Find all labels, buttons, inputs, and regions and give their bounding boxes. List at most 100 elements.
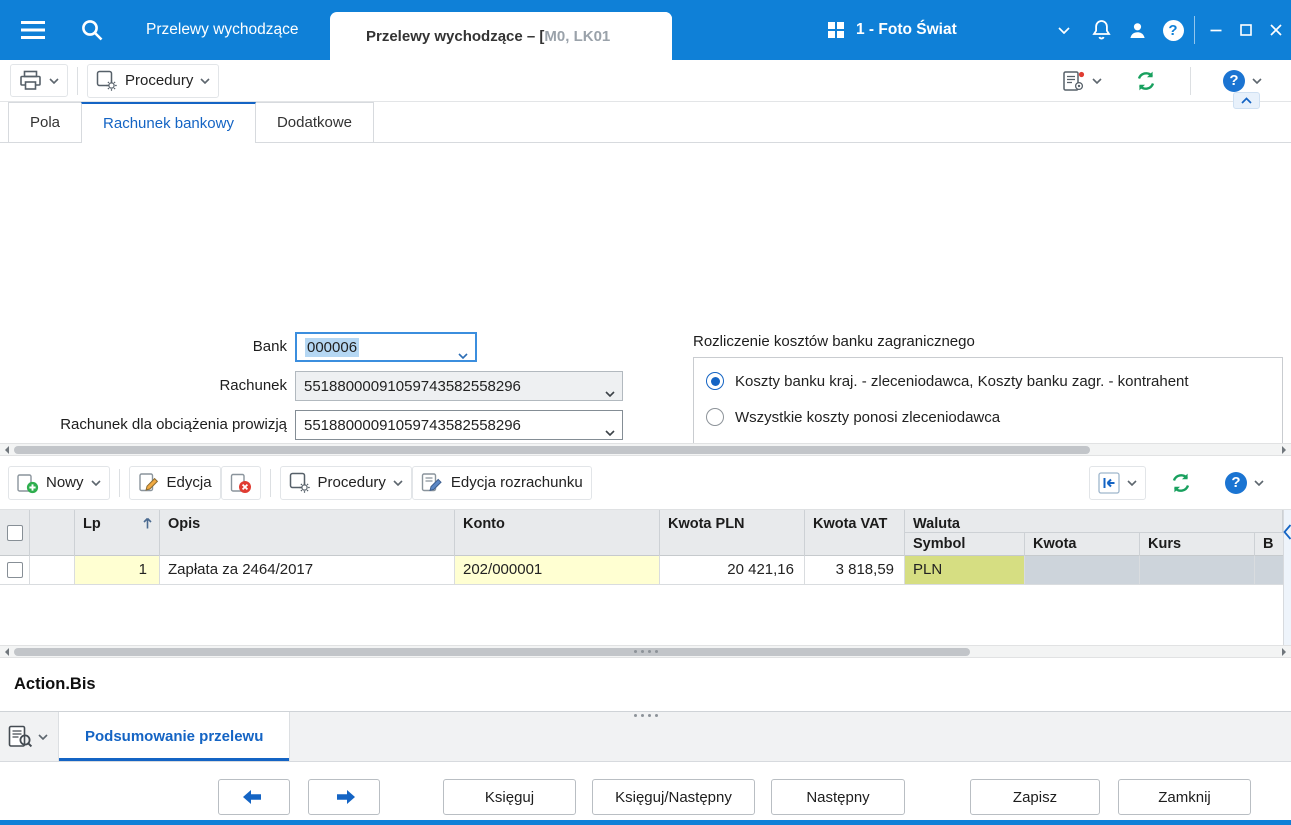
zamknij-button[interactable]: Zamknij <box>1118 779 1251 815</box>
column-header-opis[interactable]: Opis <box>160 510 455 556</box>
delete-button[interactable] <box>220 465 261 500</box>
company-dropdown[interactable] <box>1054 0 1074 60</box>
window-maximize-button[interactable] <box>1232 0 1260 60</box>
chevron-down-icon <box>393 479 403 486</box>
status-text: Action.Bis <box>14 675 96 693</box>
column-header-konto[interactable]: Konto <box>455 510 660 556</box>
column-header-b[interactable]: B <box>1255 533 1283 556</box>
column-header-kurs[interactable]: Kurs <box>1140 533 1255 556</box>
button-label: Księguj <box>484 788 535 806</box>
bank-select[interactable]: 000006 <box>295 332 477 362</box>
menu-button[interactable] <box>16 0 50 60</box>
refresh-grid-button[interactable] <box>1160 464 1202 501</box>
cell-kurs[interactable] <box>1140 556 1255 585</box>
help-button-titlebar[interactable]: ? <box>1158 0 1188 60</box>
table-row[interactable]: 1 Zapłata za 2464/2017 202/000001 20 421… <box>0 556 1283 585</box>
cell-konto[interactable]: 202/000001 <box>455 556 660 585</box>
cell-kwota-vat[interactable]: 3 818,59 <box>805 556 905 585</box>
column-header-kwota[interactable]: Kwota <box>1025 533 1140 556</box>
notifications-button[interactable] <box>1086 0 1116 60</box>
scroll-left-button[interactable] <box>0 444 13 455</box>
column-header-lp[interactable]: Lp <box>75 510 160 556</box>
summary-preview-button[interactable] <box>0 712 59 761</box>
select-all-checkbox[interactable] <box>6 525 23 541</box>
edycja-rozrachunku-button[interactable]: Edycja rozrachunku <box>411 465 592 500</box>
chevron-down-icon <box>1127 479 1137 486</box>
arrow-to-left-icon <box>1098 471 1120 494</box>
button-label: Zapisz <box>1012 788 1058 806</box>
column-header-kwota-pln[interactable]: Kwota PLN <box>660 510 805 556</box>
triangle-right-icon <box>1282 445 1290 454</box>
nastepny-button[interactable]: Następny <box>771 779 905 815</box>
cell-kwota-pln[interactable]: 20 421,16 <box>660 556 805 585</box>
edycja-label: Edycja <box>166 474 212 491</box>
ksieguj-button[interactable]: Księguj <box>443 779 576 815</box>
nowy-button[interactable]: Nowy <box>8 465 110 500</box>
help-grid-button[interactable]: ? <box>1216 465 1273 500</box>
hamburger-icon <box>21 21 45 39</box>
tab-dodatkowe[interactable]: Dodatkowe <box>254 102 374 142</box>
scrollbar-thumb[interactable] <box>14 648 970 656</box>
column-header-symbol[interactable]: Symbol <box>905 533 1025 556</box>
tab-label: Dodatkowe <box>276 114 352 131</box>
radio-option-1[interactable]: Koszty banku kraj. - zleceniodawca, Kosz… <box>706 371 1189 391</box>
rachunek-select[interactable]: 55188000091059743582558296 <box>295 371 623 401</box>
procedury-button[interactable]: Procedury <box>87 63 220 98</box>
cell-symbol[interactable]: PLN <box>905 556 1025 585</box>
edycja-button[interactable]: Edycja <box>128 465 221 500</box>
company-name: 1 - Foto Świat <box>856 21 957 38</box>
print-button[interactable] <box>10 64 68 97</box>
procedury-grid-button[interactable]: Procedury <box>279 465 412 500</box>
bell-icon <box>1091 20 1111 40</box>
titlebar-tab-przelewy[interactable]: Przelewy wychodzące <box>146 0 298 60</box>
tab-label: Rachunek bankowy <box>103 114 234 132</box>
chevron-down-icon <box>1252 77 1262 84</box>
column-label: B <box>1263 536 1274 552</box>
radio-option-2[interactable]: Wszystkie koszty ponosi zleceniodawca <box>706 407 1000 427</box>
arrow-right-icon <box>337 790 355 804</box>
button-label: Zamknij <box>1158 788 1211 806</box>
window-close-button[interactable] <box>1262 0 1289 60</box>
view-settings-icon <box>1063 70 1085 91</box>
bank-value: 000006 <box>305 337 360 357</box>
collapse-columns-button[interactable] <box>1283 524 1291 544</box>
row-checkbox[interactable] <box>6 562 23 578</box>
previous-record-button[interactable] <box>218 779 290 815</box>
collapse-panel-button[interactable] <box>1233 92 1260 109</box>
zapisz-button[interactable]: Zapisz <box>970 779 1100 815</box>
radio-label: Koszty banku kraj. - zleceniodawca, Kosz… <box>735 372 1189 390</box>
next-record-button[interactable] <box>308 779 380 815</box>
tab-rachunek-bankowy[interactable]: Rachunek bankowy <box>81 102 256 143</box>
cell-opis[interactable]: Zapłata za 2464/2017 <box>160 556 455 585</box>
splitter-grip[interactable] <box>633 650 658 653</box>
user-button[interactable] <box>1122 0 1152 60</box>
triangle-left-icon <box>1 445 9 454</box>
chevron-down-icon <box>458 346 468 363</box>
column-header-kwota-vat[interactable]: Kwota VAT <box>805 510 905 556</box>
tab-podsumowanie-przelewu[interactable]: Podsumowanie przelewu <box>59 712 291 761</box>
top-toolbar: Procedury ? <box>0 60 1291 102</box>
window-minimize-button[interactable] <box>1202 0 1230 60</box>
ksieguj-nastepny-button[interactable]: Księguj/Następny <box>592 779 755 815</box>
prowizja-select[interactable]: 55188000091059743582558296 <box>295 410 623 440</box>
toolbar-separator <box>1190 66 1191 95</box>
cell-b[interactable] <box>1255 556 1283 585</box>
active-document-tab[interactable]: Przelewy wychodzące – [ M0, LK01 <box>330 12 672 60</box>
cell-kwota[interactable] <box>1025 556 1140 585</box>
radio-label: Wszystkie koszty ponosi zleceniodawca <box>735 408 1001 426</box>
scroll-right-button[interactable] <box>1278 444 1291 455</box>
edit-settlement-icon <box>421 472 442 491</box>
goto-first-button[interactable] <box>1089 465 1146 500</box>
grid-side-panel <box>1283 510 1291 645</box>
scroll-right-button[interactable] <box>1278 646 1291 657</box>
view-settings-button[interactable] <box>1053 63 1111 98</box>
scroll-left-button[interactable] <box>0 646 13 657</box>
scrollbar-thumb[interactable] <box>14 446 1090 454</box>
cell-lp[interactable]: 1 <box>75 556 160 585</box>
company-selector[interactable]: 1 - Foto Świat <box>828 0 957 60</box>
column-header-waluta[interactable]: Waluta <box>905 510 1283 533</box>
refresh-button[interactable] <box>1125 62 1167 99</box>
search-button[interactable] <box>74 0 110 60</box>
splitter-grip[interactable] <box>633 714 658 717</box>
tab-pola[interactable]: Pola <box>8 102 83 142</box>
